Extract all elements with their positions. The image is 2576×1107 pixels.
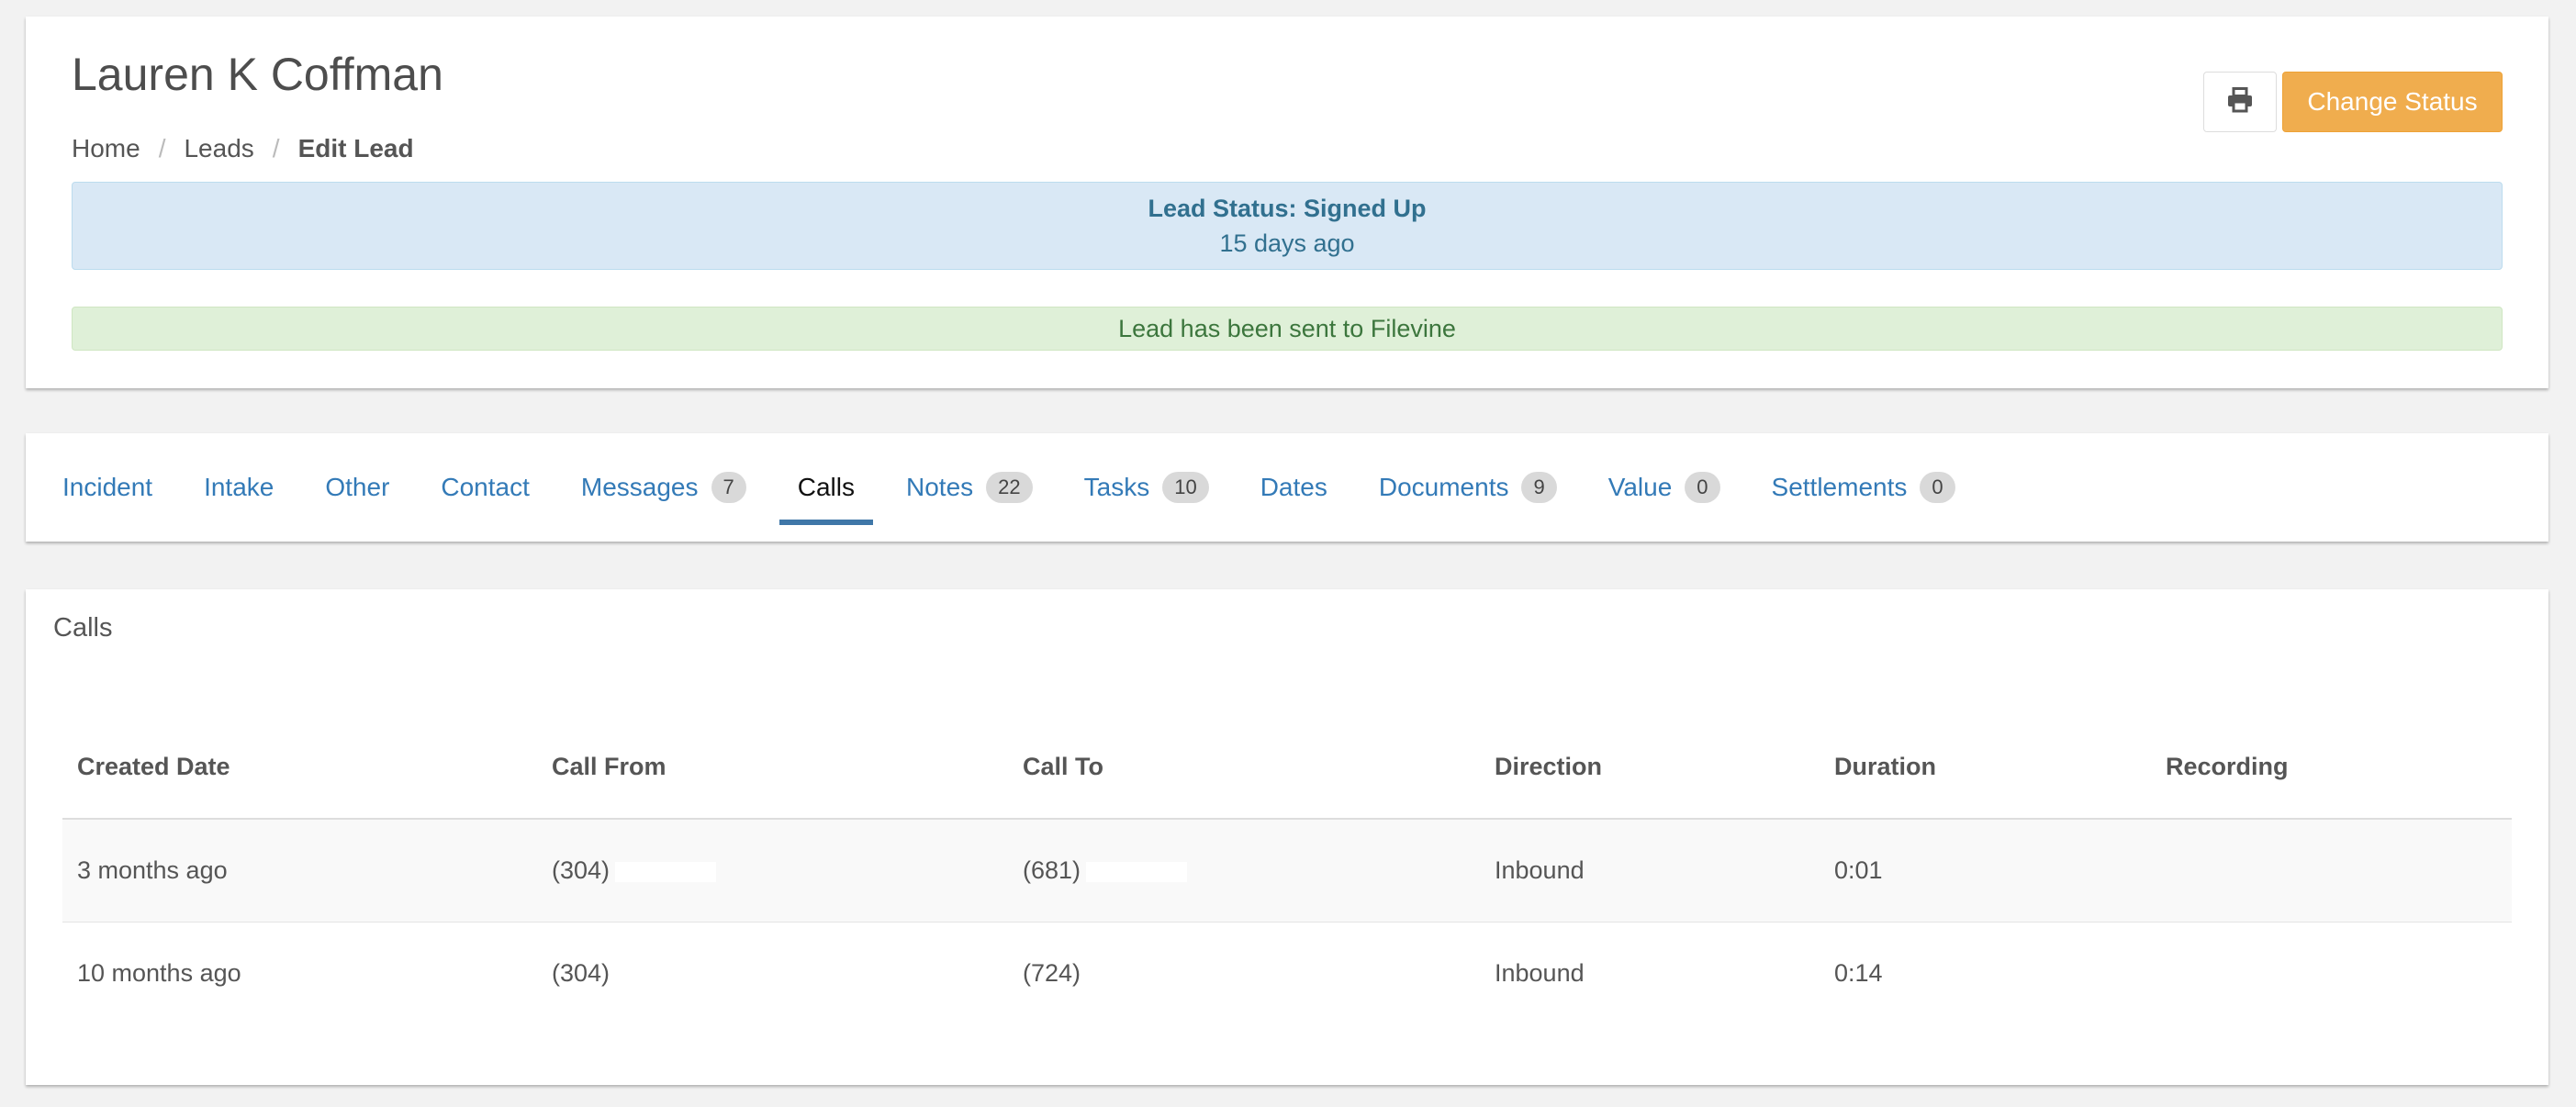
breadcrumb-current: Edit Lead (297, 134, 414, 162)
tab-label: Incident (62, 473, 153, 501)
tab-other[interactable]: Other (325, 433, 389, 542)
column-header[interactable]: Created Date (62, 716, 537, 820)
cell-direction: Inbound (1480, 819, 1820, 922)
column-header[interactable]: Recording (2151, 716, 2512, 820)
table-row[interactable]: 10 months ago (304) (724) Inbound 0:14 (62, 922, 2512, 1024)
tab-label: Contact (441, 473, 530, 501)
filevine-alert: Lead has been sent to Filevine (72, 307, 2503, 351)
tab-label: Tasks (1083, 473, 1150, 501)
calls-table: Created Date Call From Call To Direction… (62, 716, 2512, 1024)
page-title: Lauren K Coffman (72, 49, 443, 100)
table-header-row: Created Date Call From Call To Direction… (62, 716, 2512, 820)
count-badge: 0 (1920, 472, 1955, 503)
cell-call-from: (304) (537, 819, 1008, 922)
phone-number: (304) (552, 855, 610, 884)
tab-label: Documents (1378, 473, 1509, 501)
tab-documents[interactable]: Documents 9 (1379, 433, 1557, 542)
tab-label: Dates (1260, 473, 1327, 501)
tab-label: Value (1607, 473, 1673, 501)
tab-label: Intake (204, 473, 274, 501)
tab-settlements[interactable]: Settlements 0 (1772, 433, 1955, 542)
breadcrumb: Home / Leads / Edit Lead (72, 134, 414, 163)
cell-recording (2151, 922, 2512, 1024)
lead-status-time: 15 days ago (1219, 229, 1355, 257)
tab-tasks[interactable]: Tasks 10 (1084, 433, 1209, 542)
tab-label: Calls (797, 473, 855, 501)
column-header[interactable]: Direction (1480, 716, 1820, 820)
phone-number: (304) (552, 958, 610, 987)
cell-direction: Inbound (1495, 958, 1585, 987)
tab-incident[interactable]: Incident (62, 433, 152, 542)
cell-duration: 0:14 (1834, 958, 1883, 987)
lead-header-card: Lauren K Coffman Home / Leads / Edit Lea… (26, 17, 2548, 388)
tab-bar: Incident Intake Other Contact Messages 7 … (62, 433, 2007, 542)
breadcrumb-home[interactable]: Home (72, 134, 140, 163)
cell-created: 3 months ago (62, 819, 537, 922)
phone-number: (681) (1023, 855, 1081, 884)
tab-label: Messages (580, 473, 699, 501)
column-header[interactable]: Call To (1008, 716, 1480, 820)
cell-call-to: (681) (1008, 819, 1480, 922)
count-badge: 0 (1685, 472, 1720, 503)
print-button[interactable] (2203, 72, 2277, 132)
section-title: Calls (53, 613, 113, 643)
tab-intake[interactable]: Intake (204, 433, 274, 542)
tab-label: Other (325, 473, 390, 501)
table-row[interactable]: 3 months ago (304) (681) Inbound 0:01 (62, 819, 2512, 922)
lead-status-alert: Lead Status: Signed Up 15 days ago (72, 182, 2503, 270)
cell-recording (2151, 819, 2512, 922)
tab-notes[interactable]: Notes 22 (906, 433, 1033, 542)
count-badge: 7 (711, 472, 746, 503)
calls-card: Calls Created Date Call From Call To Dir… (26, 589, 2548, 1085)
redaction (615, 861, 717, 882)
tab-label: Settlements (1771, 473, 1908, 501)
column-header[interactable]: Duration (1820, 716, 2151, 820)
tab-dates[interactable]: Dates (1260, 433, 1327, 542)
column-header[interactable]: Call From (537, 716, 1008, 820)
count-badge: 22 (986, 472, 1033, 503)
breadcrumb-separator: / (272, 134, 280, 162)
printer-icon (2226, 86, 2254, 117)
cell-duration: 0:01 (1820, 819, 2151, 922)
count-badge: 9 (1521, 472, 1557, 503)
cell-created: 10 months ago (77, 958, 241, 987)
tab-messages[interactable]: Messages 7 (581, 433, 746, 542)
phone-number: (724) (1023, 958, 1081, 987)
count-badge: 10 (1162, 472, 1209, 503)
cell-call-from: (304) (537, 922, 1008, 1024)
breadcrumb-leads[interactable]: Leads (184, 134, 253, 163)
tab-label: Notes (906, 473, 974, 501)
breadcrumb-separator: / (158, 134, 166, 162)
tab-calls[interactable]: Calls (778, 433, 874, 542)
lead-status-title: Lead Status: Signed Up (1148, 195, 1427, 222)
change-status-button[interactable]: Change Status (2282, 72, 2503, 132)
tab-value[interactable]: Value 0 (1608, 433, 1720, 542)
cell-call-to: (724) (1008, 922, 1480, 1024)
tabs-card: Incident Intake Other Contact Messages 7 … (26, 433, 2548, 542)
redaction (1086, 861, 1188, 882)
tab-contact[interactable]: Contact (441, 433, 530, 542)
